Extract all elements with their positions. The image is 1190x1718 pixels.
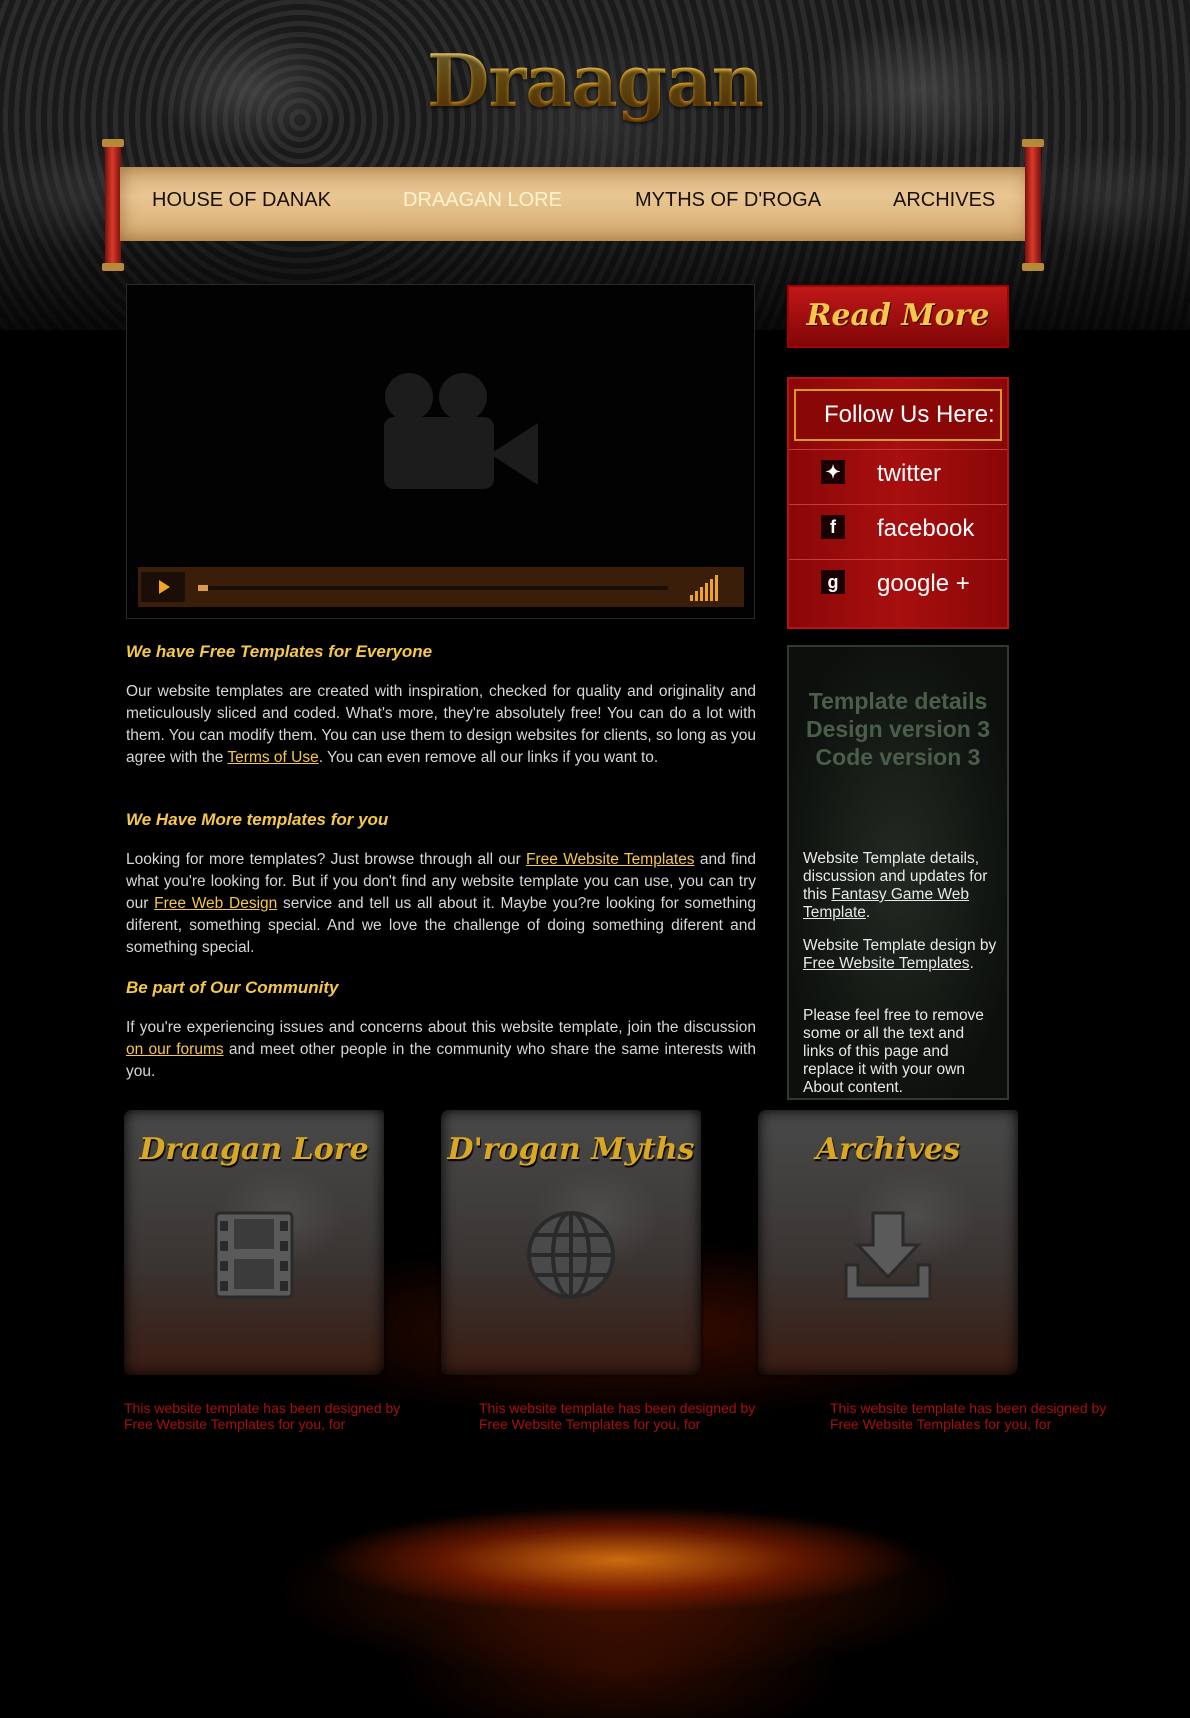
- nav-house-of-danak[interactable]: HOUSE OF DANAK: [152, 189, 331, 212]
- section-paragraph-more-templates: Looking for more templates? Just browse …: [126, 851, 756, 956]
- social-google-plus[interactable]: g google +: [789, 559, 1007, 616]
- video-player[interactable]: [126, 284, 755, 619]
- tile-archives[interactable]: Archives: [758, 1110, 1018, 1375]
- nav-draagan-lore[interactable]: DRAAGAN LORE: [403, 189, 562, 212]
- template-details-panel: Template details Design version 3 Code v…: [787, 645, 1009, 1100]
- site-logo[interactable]: Draagan: [420, 38, 770, 123]
- scroll-rod-left: [102, 139, 124, 271]
- nav-myths-of-droga[interactable]: MYTHS OF D'ROGA: [635, 189, 821, 212]
- film-icon: [214, 1211, 294, 1299]
- follow-us-title: Follow Us Here:: [794, 389, 1002, 441]
- terms-of-use-link[interactable]: Terms of Use: [227, 749, 318, 766]
- globe-icon: [527, 1211, 615, 1299]
- play-icon[interactable]: [141, 572, 185, 602]
- tile-caption-2: This website template has been designed …: [479, 1400, 756, 1432]
- tile-caption-3: This website template has been designed …: [830, 1400, 1107, 1432]
- download-icon: [844, 1211, 932, 1301]
- lava-footer-image: [120, 1440, 1120, 1718]
- section-heading-community: Be part of Our Community: [126, 978, 339, 997]
- forums-link[interactable]: on our forums: [126, 1041, 224, 1058]
- details-paragraph-2: Website Template design by Free Website …: [803, 937, 997, 972]
- nav-archives[interactable]: ARCHIVES: [893, 189, 995, 212]
- google-plus-icon: g: [821, 570, 845, 594]
- video-controls: [138, 567, 744, 607]
- social-twitter[interactable]: ✦ twitter: [789, 449, 1007, 506]
- tile-caption-1: This website template has been designed …: [124, 1400, 401, 1432]
- section-heading-free-templates: We have Free Templates for Everyone: [126, 642, 433, 661]
- section-heading-more-templates: We Have More templates for you: [126, 810, 389, 829]
- facebook-icon: f: [821, 515, 845, 539]
- tile-drogan-myths[interactable]: D'rogan Myths: [441, 1110, 701, 1375]
- free-website-templates-link[interactable]: Free Website Templates: [526, 851, 695, 868]
- details-free-website-templates-link[interactable]: Free Website Templates: [803, 955, 970, 972]
- free-web-design-link[interactable]: Free Web Design: [154, 895, 277, 912]
- twitter-icon: ✦: [821, 460, 845, 484]
- scroll-rod-right: [1022, 139, 1044, 271]
- video-progress-track[interactable]: [198, 585, 668, 591]
- details-paragraph-3: Please feel free to remove some or all t…: [803, 1007, 984, 1096]
- read-more-button[interactable]: Read More: [787, 285, 1009, 348]
- volume-icon[interactable]: [690, 575, 724, 601]
- template-details-title: Template details Design version 3 Code v…: [805, 688, 991, 770]
- social-facebook[interactable]: f facebook: [789, 504, 1007, 561]
- section-paragraph-community: If you're experiencing issues and concer…: [126, 1019, 756, 1080]
- details-paragraph-1: Website Template details, discussion and…: [803, 850, 988, 921]
- tile-draagan-lore[interactable]: Draagan Lore: [124, 1110, 384, 1375]
- video-progress-fill: [198, 585, 208, 591]
- follow-us-panel: Follow Us Here: ✦ twitter f facebook g g…: [787, 377, 1009, 629]
- section-paragraph-free-templates: Our website templates are created with i…: [126, 683, 756, 766]
